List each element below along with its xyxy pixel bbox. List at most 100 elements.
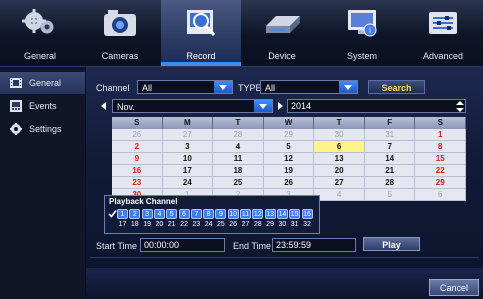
channel-toggle[interactable]: 26 [228, 220, 239, 230]
footer-bar [86, 268, 483, 299]
calendar-day[interactable]: 17 [162, 165, 214, 177]
calendar-day[interactable]: 7 [364, 141, 416, 153]
calendar-day[interactable]: 19 [263, 165, 315, 177]
channel-toggle[interactable]: 21 [166, 220, 177, 230]
tab-advanced[interactable]: Advanced [403, 0, 483, 66]
channel-toggle[interactable]: 19 [142, 220, 153, 230]
sidebar-item-settings[interactable]: Settings [0, 118, 85, 140]
sidebar-item-events[interactable]: Events [0, 95, 85, 117]
channel-toggle[interactable]: 17 [117, 220, 128, 230]
channel-toggle[interactable]: 8 [203, 209, 215, 219]
channel-toggle[interactable]: 24 [203, 220, 214, 230]
calendar-day[interactable]: 16 [112, 165, 163, 177]
calendar-day[interactable]: 30 [314, 129, 365, 141]
channel-toggle[interactable]: 2 [129, 209, 141, 219]
channel-toggle[interactable]: 23 [191, 220, 202, 230]
channel-select[interactable]: All [137, 80, 233, 94]
channel-toggle[interactable]: 25 [215, 220, 226, 230]
channel-toggle[interactable]: 13 [264, 209, 276, 219]
month-select[interactable]: Nov. [112, 99, 273, 113]
calendar-day[interactable]: 21 [364, 165, 416, 177]
sidebar-item-general[interactable]: General [0, 72, 85, 94]
channel-toggle[interactable]: 9 [215, 209, 227, 219]
calendar-day[interactable]: 29 [415, 177, 467, 189]
channel-toggle[interactable]: 31 [289, 220, 300, 230]
calendar-day[interactable]: 25 [213, 177, 264, 189]
calendar-day[interactable]: 20 [314, 165, 365, 177]
calendar-day[interactable]: 10 [162, 153, 214, 165]
channel-toggle[interactable]: 18 [129, 220, 140, 230]
prev-month-icon[interactable] [98, 99, 110, 113]
start-time-input[interactable]: 00:00:00 [140, 238, 225, 252]
year-input[interactable]: 2014 [287, 99, 466, 113]
calendar-day[interactable]: 2 [112, 141, 163, 153]
calendar-day[interactable]: 23 [112, 177, 163, 189]
channel-toggle[interactable]: 6 [178, 209, 190, 219]
tab-device[interactable]: Device [242, 0, 322, 66]
select-all-check-icon[interactable] [108, 209, 117, 218]
sidebar-item-general-label: General [29, 78, 62, 88]
calendar-day[interactable]: 4 [314, 189, 365, 201]
calendar-day[interactable]: 22 [415, 165, 467, 177]
channel-toggle[interactable]: 5 [166, 209, 178, 219]
weekday-tue: T [213, 117, 264, 129]
channel-toggle[interactable]: 14 [276, 209, 288, 219]
channel-toggle[interactable]: 29 [265, 220, 276, 230]
channel-toggle[interactable]: 28 [252, 220, 263, 230]
channel-toggle[interactable]: 16 [301, 209, 313, 219]
channel-toggle[interactable]: 32 [302, 220, 313, 230]
calendar-day[interactable]: 12 [263, 153, 315, 165]
type-label: TYPE [238, 83, 262, 93]
year-spinner-icon[interactable] [456, 101, 464, 112]
calendar-day[interactable]: 3 [162, 141, 214, 153]
calendar-day[interactable]: 24 [162, 177, 214, 189]
calendar-day[interactable]: 9 [112, 153, 163, 165]
record-search-panel: Channel All TYPE All Search Nov. 2014 S … [86, 67, 483, 299]
calendar-day[interactable]: 11 [213, 153, 264, 165]
calendar-day[interactable]: 8 [415, 141, 467, 153]
search-button[interactable]: Search [368, 80, 425, 94]
calendar-day[interactable]: 5 [263, 141, 315, 153]
calendar-day[interactable]: 13 [314, 153, 365, 165]
calendar-day[interactable]: 26 [263, 177, 315, 189]
channel-toggle[interactable]: 4 [153, 209, 165, 219]
channel-toggle[interactable]: 1 [117, 209, 128, 219]
channel-toggle[interactable]: 27 [240, 220, 251, 230]
channel-toggle[interactable]: 22 [179, 220, 190, 230]
tab-system[interactable]: i System [322, 0, 402, 66]
channel-toggle[interactable]: 7 [190, 209, 202, 219]
channel-toggle[interactable]: 30 [277, 220, 288, 230]
type-select[interactable]: All [260, 80, 358, 94]
tab-cameras[interactable]: Cameras [80, 0, 160, 66]
calendar-day[interactable]: 1 [415, 129, 467, 141]
tab-advanced-label: Advanced [422, 51, 464, 61]
channel-toggle[interactable]: 10 [227, 209, 239, 219]
next-month-icon[interactable] [274, 99, 286, 113]
sliders-icon [429, 12, 457, 34]
calendar-day[interactable]: 18 [213, 165, 264, 177]
calendar-day[interactable]: 6 [314, 141, 365, 153]
calendar-week-row: 23 24 25 26 27 28 29 [112, 177, 467, 189]
channel-toggle[interactable]: 12 [252, 209, 264, 219]
calendar-day[interactable]: 27 [162, 129, 214, 141]
calendar-day[interactable]: 15 [415, 153, 467, 165]
calendar-day[interactable]: 6 [415, 189, 467, 201]
calendar-day[interactable]: 4 [213, 141, 264, 153]
channel-toggle[interactable]: 11 [240, 209, 251, 219]
tab-general[interactable]: General [0, 0, 80, 66]
channel-toggle[interactable]: 15 [289, 209, 301, 219]
end-time-input[interactable]: 23:59:59 [272, 238, 356, 252]
cancel-button[interactable]: Cancel [429, 279, 479, 296]
calendar-day[interactable]: 5 [364, 189, 416, 201]
calendar-day[interactable]: 28 [213, 129, 264, 141]
play-button[interactable]: Play [363, 237, 420, 251]
calendar-day[interactable]: 31 [364, 129, 416, 141]
calendar-day[interactable]: 29 [263, 129, 315, 141]
channel-toggle[interactable]: 20 [154, 220, 165, 230]
tab-record[interactable]: Record [161, 0, 241, 66]
channel-toggle[interactable]: 3 [141, 209, 153, 219]
calendar-day[interactable]: 27 [314, 177, 365, 189]
calendar-day[interactable]: 14 [364, 153, 416, 165]
calendar-day[interactable]: 26 [112, 129, 163, 141]
calendar-day[interactable]: 28 [364, 177, 416, 189]
